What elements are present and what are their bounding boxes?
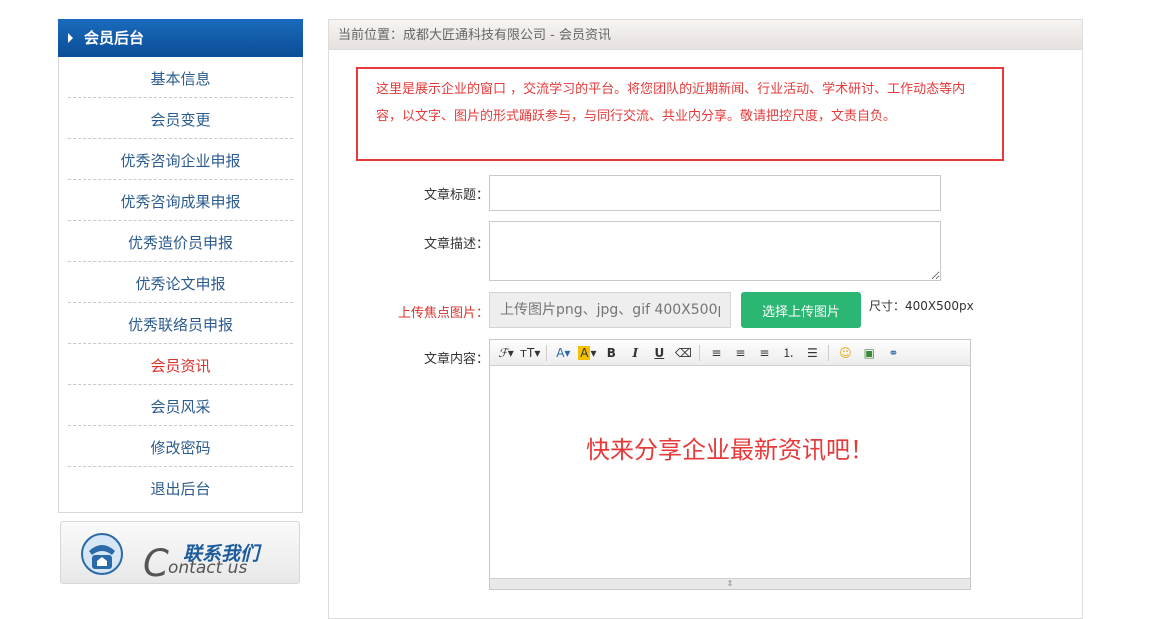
article-desc-label: 文章描述： <box>423 237 489 252</box>
rich-text-editor: ℱ▾ тT▾ A▾ A ▾ B I U ⌫ ≡ ≡ ≡ ⒈ ☰ ☺ ▣ ⚭ 快来分… <box>489 339 971 590</box>
font-color-icon[interactable]: A▾ <box>553 343 573 363</box>
sidebar-title: 会员后台 <box>84 29 145 47</box>
image-size-note: 尺寸：400X500px <box>869 299 974 313</box>
article-desc-textarea[interactable] <box>489 221 941 281</box>
align-left-icon[interactable]: ≡ <box>706 343 726 363</box>
sidebar-item-excellent-consulting-result[interactable]: 优秀咨询成果申报 <box>68 180 293 221</box>
sidebar-item-change-password[interactable]: 修改密码 <box>68 426 293 467</box>
editor-placeholder: 快来分享企业最新资讯吧！ <box>586 436 874 464</box>
italic-icon[interactable]: I <box>625 343 645 363</box>
sidebar-item-member-change[interactable]: 会员变更 <box>68 98 293 139</box>
sidebar-menu: 基本信息 会员变更 优秀咨询企业申报 优秀咨询成果申报 优秀造价员申报 优秀论文… <box>58 57 303 513</box>
contact-title-en-initial: C <box>143 542 169 585</box>
sidebar-item-basic-info[interactable]: 基本信息 <box>68 57 293 98</box>
font-family-icon[interactable]: ℱ▾ <box>496 343 516 363</box>
sidebar-item-member-news[interactable]: 会员资讯 <box>68 344 293 385</box>
font-size-icon[interactable]: тT▾ <box>520 343 540 363</box>
breadcrumb: 当前位置：成都大匠通科技有限公司 - 会员资讯 <box>329 20 1082 50</box>
highlight-color-icon[interactable]: A ▾ <box>577 343 597 363</box>
sidebar-header: 会员后台 <box>58 19 303 57</box>
sidebar-item-excellent-paper[interactable]: 优秀论文申报 <box>68 262 293 303</box>
contact-us-banner[interactable]: 联系我们 C ontact us <box>60 521 300 585</box>
insert-image-icon[interactable]: ▣ <box>859 343 879 363</box>
focus-image-path-field[interactable] <box>489 292 731 328</box>
ordered-list-icon[interactable]: ⒈ <box>778 343 798 363</box>
underline-icon[interactable]: U <box>649 343 669 363</box>
caret-right-icon <box>68 33 73 43</box>
align-right-icon[interactable]: ≡ <box>754 343 774 363</box>
sidebar-item-excellent-consulting-company[interactable]: 优秀咨询企业申报 <box>68 139 293 180</box>
notice-box: 这里是展示企业的窗口 ，交流学习的平台。将您团队的近期新闻、行业活动、学术研讨、… <box>356 67 1004 161</box>
article-title-input[interactable] <box>489 175 941 211</box>
sidebar-item-member-showcase[interactable]: 会员风采 <box>68 385 293 426</box>
toolbar-divider <box>828 344 830 361</box>
member-sidebar: 会员后台 基本信息 会员变更 优秀咨询企业申报 优秀咨询成果申报 优秀造价员申报… <box>58 19 303 513</box>
sidebar-item-excellent-cost-engineer[interactable]: 优秀造价员申报 <box>68 221 293 262</box>
editor-resize-handle[interactable]: ⇕ <box>490 578 970 589</box>
toolbar-divider <box>546 344 548 361</box>
bold-icon[interactable]: B <box>601 343 621 363</box>
emoticon-icon[interactable]: ☺ <box>835 343 855 363</box>
select-upload-image-button[interactable]: 选择上传图片 <box>741 292 861 328</box>
article-content-label: 文章内容： <box>423 352 489 367</box>
unordered-list-icon[interactable]: ☰ <box>802 343 822 363</box>
phone-icon <box>81 533 123 575</box>
sidebar-item-excellent-liaison[interactable]: 优秀联络员申报 <box>68 303 293 344</box>
toolbar-divider <box>699 344 701 361</box>
article-title-label: 文章标题： <box>423 188 489 203</box>
main-panel: 当前位置：成都大匠通科技有限公司 - 会员资讯 这里是展示企业的窗口 ，交流学习… <box>328 19 1083 619</box>
editor-toolbar: ℱ▾ тT▾ A▾ A ▾ B I U ⌫ ≡ ≡ ≡ ⒈ ☰ ☺ ▣ ⚭ <box>490 340 970 366</box>
sidebar-item-logout[interactable]: 退出后台 <box>68 467 293 512</box>
contact-title-en: ontact us <box>168 558 248 578</box>
editor-content-area[interactable]: 快来分享企业最新资讯吧！ <box>490 366 970 578</box>
focus-image-label: 上传焦点图片： <box>397 306 489 321</box>
align-center-icon[interactable]: ≡ <box>730 343 750 363</box>
insert-link-icon[interactable]: ⚭ <box>883 343 903 363</box>
clear-format-icon[interactable]: ⌫ <box>673 343 693 363</box>
